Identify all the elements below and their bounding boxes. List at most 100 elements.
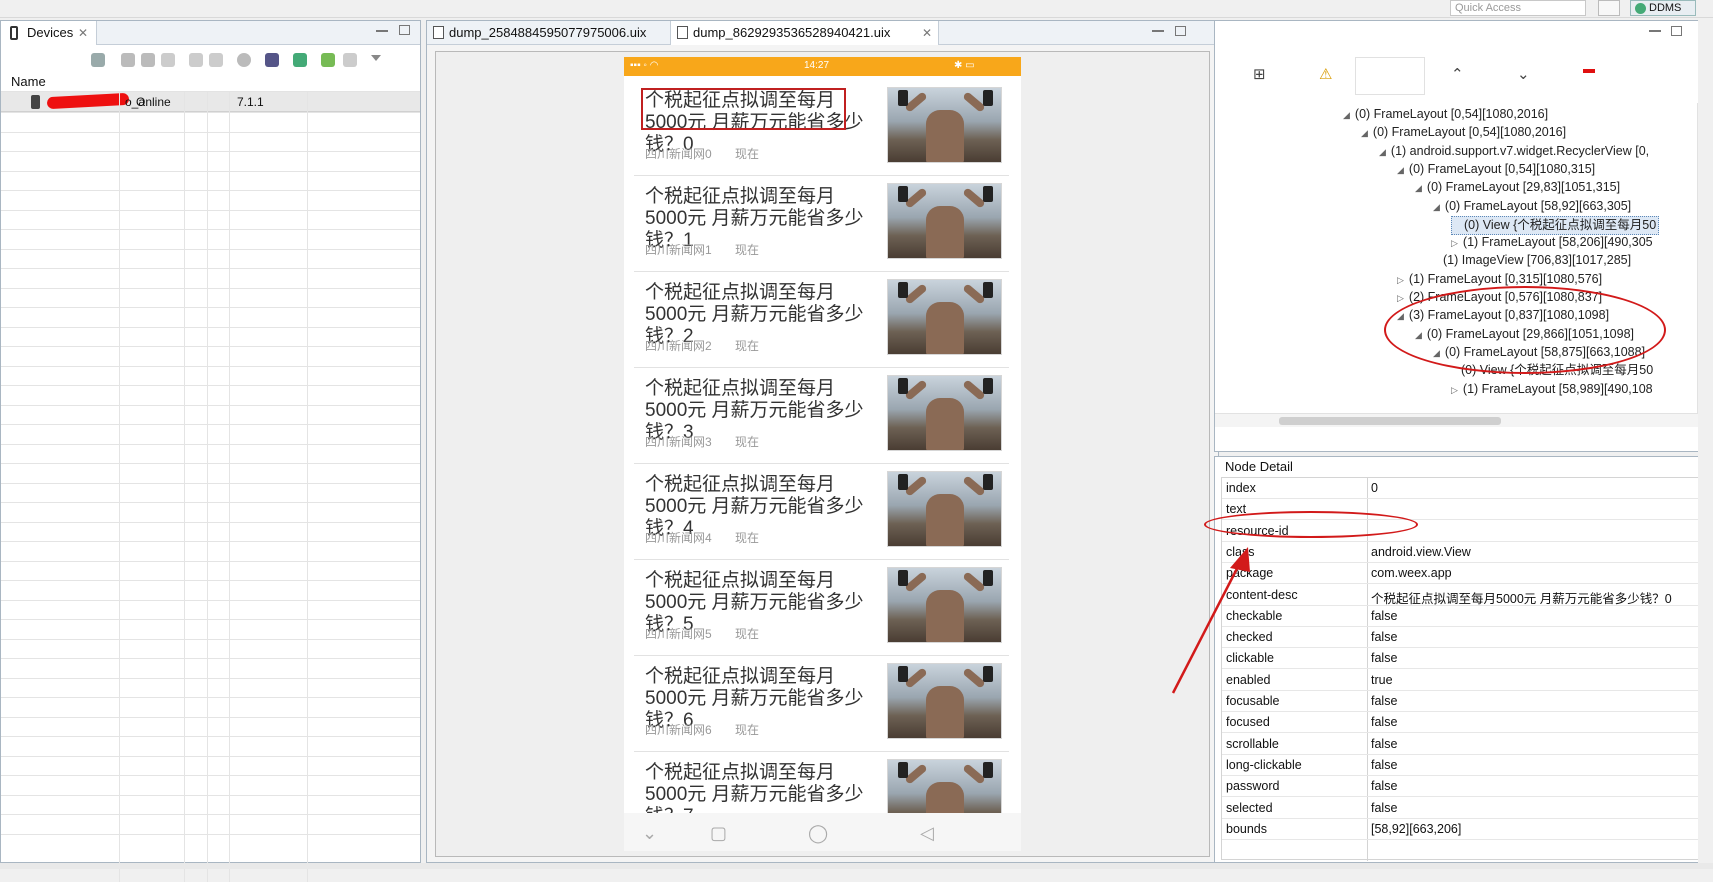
device-version: 7.1.1 [237, 95, 264, 109]
expand-triangle-icon[interactable]: ◢ [1433, 202, 1440, 212]
home-icon[interactable]: ◯ [808, 823, 828, 844]
detail-key: clickable [1226, 651, 1274, 666]
collapse-triangle-icon[interactable]: ▷ [1451, 238, 1458, 248]
tree-node[interactable]: ◢ (0) FrameLayout [0,54][1080,2016] [1343, 106, 1548, 123]
collapse-triangle-icon[interactable]: ▷ [1451, 385, 1458, 395]
quick-access-input[interactable]: Quick Access [1450, 0, 1586, 16]
debug-icon[interactable] [91, 53, 105, 67]
update-heap-icon[interactable] [121, 53, 135, 67]
tree-node[interactable]: ◢ (0) FrameLayout [0,54][1080,2016] [1361, 124, 1566, 141]
update-threads-icon[interactable] [189, 53, 203, 67]
thumb-shape [983, 378, 993, 394]
list-item[interactable]: 个税起征点拟调至每月5000元 月薪万元能省多少钱？2 四川新闻网2 现在 [634, 272, 1009, 368]
horizontal-scrollbar[interactable] [1215, 413, 1710, 427]
tree-node[interactable]: ◢ (0) FrameLayout [29,83][1051,315] [1415, 179, 1620, 196]
detail-row[interactable]: enabled true [1222, 670, 1705, 691]
tree-node[interactable]: ▷ (1) FrameLayout [0,315][1080,576] [1397, 271, 1602, 288]
tree-node-label: (0) FrameLayout [0,54][1080,2016] [1354, 107, 1549, 121]
file-icon [433, 26, 444, 39]
expand-triangle-icon[interactable]: ◢ [1415, 183, 1422, 193]
grid-line [184, 92, 185, 882]
close-icon[interactable]: ✕ [78, 21, 88, 45]
tree-node[interactable]: ◢ (1) android.support.v7.widget.RecyclerV… [1379, 143, 1649, 160]
systrace-icon[interactable] [321, 53, 335, 67]
chevron-down-icon[interactable]: ⌄ [1517, 65, 1530, 83]
cause-gc-icon[interactable] [161, 53, 175, 67]
tree-node[interactable]: ◢ (0) FrameLayout [0,54][1080,315] [1397, 161, 1595, 178]
chevron-up-icon[interactable]: ⌃ [1451, 65, 1464, 83]
tree-node[interactable]: ▷ (1) FrameLayout [58,989][490,108 [1451, 381, 1653, 398]
device-screenshot[interactable]: ▪▪▪ ◦ ◠ 14:27 ✱ ▭ 个税起征点拟调至每月5000元 月薪万元能省… [624, 57, 1021, 851]
minimize-icon[interactable] [1152, 30, 1164, 32]
scroll-thumb[interactable] [1279, 417, 1501, 425]
maximize-icon[interactable] [1671, 26, 1682, 36]
stop-process-icon[interactable] [237, 53, 251, 67]
search-input[interactable] [1355, 57, 1425, 95]
maximize-icon[interactable] [399, 25, 410, 35]
tree-node[interactable]: (1) ImageView [706,83][1017,285] [1433, 252, 1631, 269]
warning-icon[interactable]: ⚠ [1319, 65, 1332, 83]
close-icon[interactable]: ✕ [922, 21, 932, 45]
minimize-icon[interactable] [1649, 30, 1661, 32]
tab-devices[interactable]: Devices ✕ [1, 21, 97, 45]
list-item[interactable]: 个税起征点拟调至每月5000元 月薪万元能省多少钱？5 四川新闻网5 现在 [634, 560, 1009, 656]
expand-all-icon[interactable]: ⊞ [1253, 65, 1266, 83]
collapse-triangle-icon[interactable]: ▷ [1397, 293, 1404, 303]
detail-key: long-clickable [1226, 757, 1302, 772]
device-row[interactable]: o_a Online 7.1.1 [1, 92, 420, 112]
thumb-shape [926, 398, 964, 450]
recents-icon[interactable]: ▢ [710, 823, 727, 844]
detail-row[interactable]: class android.view.View [1222, 542, 1705, 563]
detail-row[interactable]: index 0 [1222, 478, 1705, 499]
list-item[interactable]: 个税起征点拟调至每月5000元 月薪万元能省多少钱？4 四川新闻网4 现在 [634, 464, 1009, 560]
list-item[interactable]: 个税起征点拟调至每月5000元 月薪万元能省多少钱？1 四川新闻网1 现在 [634, 176, 1009, 272]
opengl-trace-icon[interactable] [343, 53, 357, 67]
minimize-icon[interactable] [376, 30, 388, 32]
detail-key: bounds [1226, 821, 1268, 836]
detail-row[interactable]: content-desc 个税起征点拟调至每月5000元 月薪万元能省多少钱？0 [1222, 585, 1705, 606]
detail-row[interactable]: scrollable false [1222, 734, 1705, 755]
table-row [1, 170, 420, 172]
detail-row[interactable]: password false [1222, 776, 1705, 798]
start-method-profiling-icon[interactable] [209, 53, 223, 67]
tab-dump-2[interactable]: dump_8629293536528940421.uix ✕ [671, 21, 939, 45]
detail-row[interactable]: focusable false [1222, 691, 1705, 712]
tree-node[interactable]: (0) View {个税起征点拟调至每月50 [1451, 215, 1660, 235]
detail-row[interactable]: package com.weex.app [1222, 563, 1705, 585]
device-status: Online [136, 95, 171, 109]
detail-row[interactable]: checked false [1222, 627, 1705, 649]
phone-nav-bar: ⌄ ▢ ◯ ◁ [624, 813, 1021, 851]
detail-row[interactable]: selected false [1222, 798, 1705, 819]
back-icon[interactable]: ◁ [920, 823, 934, 844]
dump-hprof-icon[interactable] [141, 53, 155, 67]
detail-row[interactable]: bounds [58,92][663,206] [1222, 819, 1705, 840]
dump-view-hierarchy-icon[interactable] [293, 53, 307, 67]
expand-triangle-icon[interactable]: ◢ [1361, 128, 1368, 138]
expand-triangle-icon[interactable]: ◢ [1343, 110, 1350, 120]
battery-icon: ✱ ▭ [954, 60, 975, 71]
news-time: 现在 [735, 435, 760, 449]
view-menu-icon[interactable] [371, 55, 381, 63]
detail-row[interactable]: clickable false [1222, 648, 1705, 670]
table-row [1, 521, 420, 523]
collapse-triangle-icon[interactable]: ▷ [1397, 275, 1404, 285]
chevron-down-icon[interactable]: ⌄ [642, 823, 657, 844]
list-item[interactable]: 个税起征点拟调至每月5000元 月薪万元能省多少钱？3 四川新闻网3 现在 [634, 368, 1009, 464]
table-row [1, 268, 420, 269]
detail-row[interactable]: focused false [1222, 712, 1705, 734]
thumb-shape [926, 206, 964, 258]
tree-node[interactable]: ▷ (1) FrameLayout [58,206][490,305 [1451, 234, 1653, 251]
maximize-icon[interactable] [1175, 26, 1186, 36]
open-perspective-button[interactable] [1598, 0, 1620, 16]
tree-node[interactable]: ◢ (0) FrameLayout [58,92][663,305] [1433, 198, 1631, 215]
screen-capture-icon[interactable] [265, 53, 279, 67]
list-item[interactable]: 个税起征点拟调至每月5000元 月薪万元能省多少钱？6 四川新闻网6 现在 [634, 656, 1009, 752]
clear-icon[interactable] [1583, 69, 1595, 73]
expand-triangle-icon[interactable]: ◢ [1397, 165, 1404, 175]
expand-triangle-icon[interactable]: ◢ [1379, 147, 1386, 157]
detail-row[interactable]: checkable false [1222, 606, 1705, 627]
thumb-shape [926, 302, 964, 354]
ddms-perspective-button[interactable]: DDMS [1630, 0, 1696, 16]
detail-row[interactable]: long-clickable false [1222, 755, 1705, 776]
tab-dump-1[interactable]: dump_2584884595077975006.uix [427, 21, 671, 45]
